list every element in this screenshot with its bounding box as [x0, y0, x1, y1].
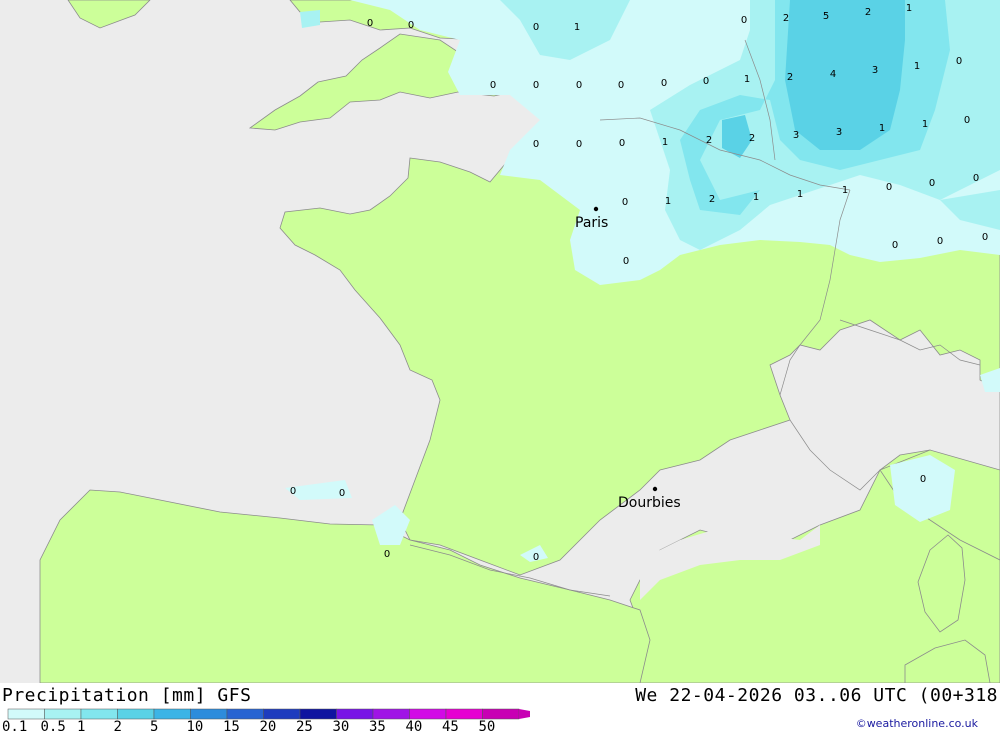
scale-tick-label: 45	[442, 719, 459, 733]
precip-value-label: 3	[836, 127, 842, 138]
precip-value-label: 1	[842, 185, 848, 196]
scale-swatch	[153, 708, 191, 720]
precip-value-label: 0	[384, 549, 390, 560]
scale-tick-label: 20	[260, 719, 277, 733]
precip-value-label: 0	[533, 139, 539, 150]
precip-value-label: 0	[533, 80, 539, 91]
precip-value-label: 0	[339, 488, 345, 499]
scale-swatch	[336, 708, 374, 720]
scale-arrow	[519, 709, 530, 719]
precip-value-label: 0	[622, 197, 628, 208]
color-scale: 0.1 0.5 1 2 5 10 15 20 25 30 35 40 45 50	[2, 708, 530, 733]
precip-value-label: 1	[914, 61, 920, 72]
precip-value-label: 1	[922, 119, 928, 130]
precip-value-label: 0	[982, 232, 988, 243]
precipitation-map: Paris Dourbies 0 0 0 1 0 2 5 2 1 0 0 0 0 0 0 1 2 4 3 1 0 0 0 0 1…	[0, 0, 1000, 683]
precip-value-label: 2	[706, 135, 712, 146]
precip-value-label: 0	[937, 236, 943, 247]
precip-value-label: 0	[929, 178, 935, 189]
precip-value-label: 0	[533, 22, 539, 33]
precip-value-label: 0	[367, 18, 373, 29]
scale-tick-label: 35	[369, 719, 386, 733]
scale-swatch	[44, 708, 82, 720]
city-label-paris: Paris	[575, 215, 608, 231]
credit-link[interactable]: ©weatheronline.co.uk	[856, 717, 978, 730]
scale-tick-label: 2	[114, 719, 122, 733]
scale-tick-label: 5	[150, 719, 158, 733]
scale-swatch	[409, 708, 447, 720]
scale-tick-label: 0.1	[2, 719, 27, 733]
precip-value-label: 0	[964, 115, 970, 126]
precip-value-label: 0	[956, 56, 962, 67]
scale-swatch	[482, 708, 520, 720]
precip-value-label: 3	[872, 65, 878, 76]
precip-high	[785, 0, 905, 150]
scale-tick-label: 40	[406, 719, 423, 733]
precip-value-label: 2	[787, 72, 793, 83]
precip-value-label: 1	[879, 123, 885, 134]
city-dot-dourbies	[652, 486, 658, 492]
scale-tick-label: 25	[296, 719, 313, 733]
scale-swatch	[80, 708, 118, 720]
precip-value-label: 0	[741, 15, 747, 26]
precip-value-label: 0	[619, 138, 625, 149]
precip-value-label: 0	[892, 240, 898, 251]
scale-swatch	[445, 708, 483, 720]
precip-value-label: 5	[823, 11, 829, 22]
precip-value-label: 0	[576, 80, 582, 91]
city-label-dourbies: Dourbies	[618, 495, 681, 511]
precip-value-label: 2	[709, 194, 715, 205]
precip-value-label: 4	[830, 69, 836, 80]
scale-swatch	[7, 708, 45, 720]
precip-small-cell	[300, 10, 320, 28]
precip-value-label: 2	[749, 133, 755, 144]
scale-tick-label: 50	[479, 719, 496, 733]
scale-tick-label: 0.5	[41, 719, 66, 733]
precip-value-label: 1	[906, 3, 912, 14]
precip-value-label: 1	[665, 196, 671, 207]
precip-value-label: 0	[618, 80, 624, 91]
precip-value-label: 2	[865, 7, 871, 18]
precip-value-label: 0	[533, 552, 539, 563]
precip-value-label: 0	[973, 173, 979, 184]
valid-time: We 22-04-2026 03..06 UTC (00+318	[635, 685, 998, 706]
scale-swatch	[117, 708, 155, 720]
precip-value-label: 0	[886, 182, 892, 193]
scale-swatch	[299, 708, 337, 720]
precip-value-label: 1	[744, 74, 750, 85]
precip-value-label: 0	[703, 76, 709, 87]
precip-value-label: 1	[574, 22, 580, 33]
scale-swatch	[190, 708, 228, 720]
scale-tick-label: 30	[333, 719, 350, 733]
precip-value-label: 0	[290, 486, 296, 497]
scale-swatch	[263, 708, 301, 720]
map-footer: Precipitation [mm] GFS We 22-04-2026 03.…	[0, 683, 1000, 733]
precip-value-label: 1	[662, 137, 668, 148]
precip-value-label: 1	[753, 192, 759, 203]
legend-title: Precipitation [mm] GFS	[2, 685, 252, 706]
precip-value-label: 0	[920, 474, 926, 485]
precip-value-label: 0	[490, 80, 496, 91]
precip-value-label: 2	[783, 13, 789, 24]
scale-tick-label: 1	[77, 719, 85, 733]
precip-value-label: 1	[797, 189, 803, 200]
precip-value-label: 0	[623, 256, 629, 267]
city-dot-paris	[593, 206, 599, 212]
scale-swatch	[372, 708, 410, 720]
scale-tick-label: 10	[187, 719, 204, 733]
precip-value-label: 0	[661, 78, 667, 89]
precip-value-label: 0	[576, 139, 582, 150]
scale-swatch	[226, 708, 264, 720]
scale-tick-label: 15	[223, 719, 240, 733]
precip-value-label: 0	[408, 20, 414, 31]
precip-value-label: 3	[793, 130, 799, 141]
